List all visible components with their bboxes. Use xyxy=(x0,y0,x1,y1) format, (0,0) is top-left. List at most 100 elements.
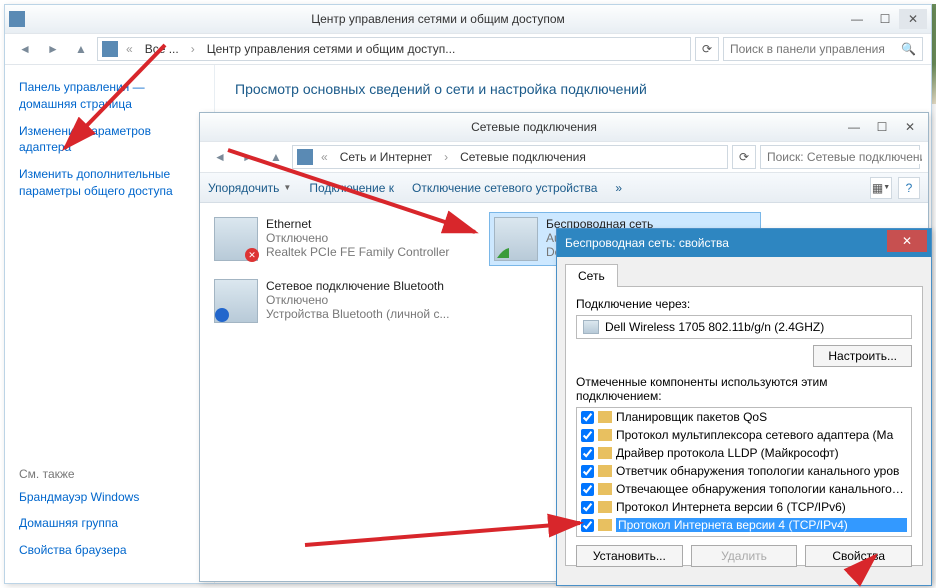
component-row[interactable]: Планировщик пакетов QoS xyxy=(577,408,911,426)
sharing-settings-link[interactable]: Изменить дополнительные параметры общего… xyxy=(19,166,200,200)
w1-titlebar[interactable]: Центр управления сетями и общим доступом… xyxy=(5,5,931,33)
main-heading: Просмотр основных сведений о сети и наст… xyxy=(235,81,911,97)
w3-title: Беспроводная сеть: свойства xyxy=(565,236,887,250)
component-icon xyxy=(598,429,612,441)
search-input[interactable] xyxy=(730,42,901,56)
back-button[interactable]: ◄ xyxy=(208,145,232,169)
component-row[interactable]: Протокол Интернета версии 4 (TCP/IPv4) xyxy=(577,516,911,534)
minimize-button[interactable]: — xyxy=(840,117,868,137)
w1-sidebar: Панель управления — домашняя страница Из… xyxy=(5,65,215,583)
w1-title: Центр управления сетями и общим доступом xyxy=(33,12,843,26)
close-button[interactable]: ✕ xyxy=(887,230,927,252)
adapter-device: Realtek PCIe FE Family Controller xyxy=(266,245,476,259)
component-icon xyxy=(598,411,612,423)
component-row[interactable]: Ответчик обнаружения топологии канальног… xyxy=(577,462,911,480)
connect-via-label: Подключение через: xyxy=(576,297,912,311)
help-button[interactable]: ? xyxy=(898,177,920,199)
component-row[interactable]: Протокол мультиплексора сетевого адаптер… xyxy=(577,426,911,444)
component-checkbox[interactable] xyxy=(581,483,594,496)
up-button[interactable]: ▲ xyxy=(69,37,93,61)
connect-button[interactable]: Подключение к xyxy=(309,181,394,195)
address-box[interactable]: « Сеть и Интернет › Сетевые подключения xyxy=(292,145,728,169)
adapter-status: Отключено xyxy=(266,293,476,307)
component-label: Протокол Интернета версии 4 (TCP/IPv4) xyxy=(616,518,907,532)
minimize-button[interactable]: — xyxy=(843,9,871,29)
properties-button[interactable]: Свойства xyxy=(805,545,912,567)
refresh-button[interactable]: ⟳ xyxy=(695,37,719,61)
adapter-settings-link[interactable]: Изменение параметров адаптера xyxy=(19,123,200,157)
component-checkbox[interactable] xyxy=(581,465,594,478)
back-button[interactable]: ◄ xyxy=(13,37,37,61)
properties-dialog: Беспроводная сеть: свойства ✕ Сеть Подкл… xyxy=(556,228,932,586)
component-label: Ответчик обнаружения топологии канальног… xyxy=(616,464,907,478)
forward-button[interactable]: ► xyxy=(41,37,65,61)
tab-row: Сеть xyxy=(557,257,931,286)
component-row[interactable]: Отвечающее обнаружения топологии канальн… xyxy=(577,480,911,498)
w3-titlebar[interactable]: Беспроводная сеть: свойства ✕ xyxy=(557,229,931,257)
w2-title: Сетевые подключения xyxy=(228,120,840,134)
disable-button[interactable]: Отключение сетевого устройства xyxy=(412,181,597,195)
search-icon: 🔍 xyxy=(901,42,916,56)
remove-button[interactable]: Удалить xyxy=(691,545,798,567)
adapter-icon xyxy=(583,320,599,334)
component-checkbox[interactable] xyxy=(581,447,594,460)
device-name: Dell Wireless 1705 802.11b/g/n (2.4GHZ) xyxy=(605,320,824,334)
component-label: Драйвер протокола LLDP (Майкрософт) xyxy=(616,446,907,460)
install-button[interactable]: Установить... xyxy=(576,545,683,567)
adapter-device: Устройства Bluetooth (личной с... xyxy=(266,307,476,321)
w1-address-bar: ◄ ► ▲ « Все ... › Центр управления сетям… xyxy=(5,33,931,65)
address-box[interactable]: « Все ... › Центр управления сетями и об… xyxy=(97,37,691,61)
up-button[interactable]: ▲ xyxy=(264,145,288,169)
component-label: Протокол Интернета версии 6 (TCP/IPv6) xyxy=(616,500,907,514)
crumb-sep: « xyxy=(122,40,137,58)
crumb1[interactable]: Сеть и Интернет xyxy=(336,148,436,166)
adapter-icon xyxy=(214,279,258,323)
cp-home-link[interactable]: Панель управления — домашняя страница xyxy=(19,79,200,113)
view-button[interactable]: ▦▼ xyxy=(870,177,892,199)
w2-toolbar: Упорядочить▼ Подключение к Отключение се… xyxy=(200,173,928,203)
component-checkbox[interactable] xyxy=(581,501,594,514)
crumb1[interactable]: Все ... xyxy=(141,40,183,58)
adapter-item[interactable]: Сетевое подключение Bluetooth Отключено … xyxy=(210,275,480,327)
adapter-item[interactable]: Ethernet Отключено Realtek PCIe FE Famil… xyxy=(210,213,480,265)
homegroup-link[interactable]: Домашняя группа xyxy=(19,515,209,532)
w2-address-bar: ◄ ► ▲ « Сеть и Интернет › Сетевые подклю… xyxy=(200,141,928,173)
maximize-button[interactable]: ☐ xyxy=(871,9,899,29)
refresh-button[interactable]: ⟳ xyxy=(732,145,756,169)
firewall-link[interactable]: Брандмауэр Windows xyxy=(19,489,209,506)
component-checkbox[interactable] xyxy=(581,519,594,532)
component-checkbox[interactable] xyxy=(581,429,594,442)
component-label: Отвечающее обнаружения топологии канальн… xyxy=(616,482,907,496)
more-button[interactable]: » xyxy=(615,181,622,195)
tab-panel: Подключение через: Dell Wireless 1705 80… xyxy=(565,286,923,566)
components-label: Отмеченные компоненты используются этим … xyxy=(576,375,912,403)
browser-link[interactable]: Свойства браузера xyxy=(19,542,209,559)
component-icon xyxy=(598,501,612,513)
configure-button[interactable]: Настроить... xyxy=(813,345,912,367)
maximize-button[interactable]: ☐ xyxy=(868,117,896,137)
adapter-status: Отключено xyxy=(266,231,476,245)
adapter-name: Ethernet xyxy=(266,217,476,231)
search-input[interactable] xyxy=(767,150,922,164)
component-icon xyxy=(598,465,612,477)
search-box[interactable]: 🔍 xyxy=(723,37,923,61)
component-checkbox[interactable] xyxy=(581,411,594,424)
adapter-name: Сетевое подключение Bluetooth xyxy=(266,279,476,293)
component-list[interactable]: Планировщик пакетов QoS Протокол мультип… xyxy=(576,407,912,537)
search-box[interactable] xyxy=(760,145,920,169)
component-icon xyxy=(598,483,612,495)
component-row[interactable]: Драйвер протокола LLDP (Майкрософт) xyxy=(577,444,911,462)
forward-button[interactable]: ► xyxy=(236,145,260,169)
component-row[interactable]: Протокол Интернета версии 6 (TCP/IPv6) xyxy=(577,498,911,516)
connections-icon xyxy=(297,149,313,165)
close-button[interactable]: ✕ xyxy=(899,9,927,29)
connections-icon xyxy=(204,119,220,135)
cp-icon xyxy=(102,41,118,57)
crumb2[interactable]: Центр управления сетями и общим доступ..… xyxy=(203,40,460,58)
organize-button[interactable]: Упорядочить▼ xyxy=(208,181,291,195)
crumb2[interactable]: Сетевые подключения xyxy=(456,148,590,166)
close-button[interactable]: ✕ xyxy=(896,117,924,137)
w2-titlebar[interactable]: Сетевые подключения — ☐ ✕ xyxy=(200,113,928,141)
tab-network[interactable]: Сеть xyxy=(565,264,618,287)
component-label: Планировщик пакетов QoS xyxy=(616,410,907,424)
